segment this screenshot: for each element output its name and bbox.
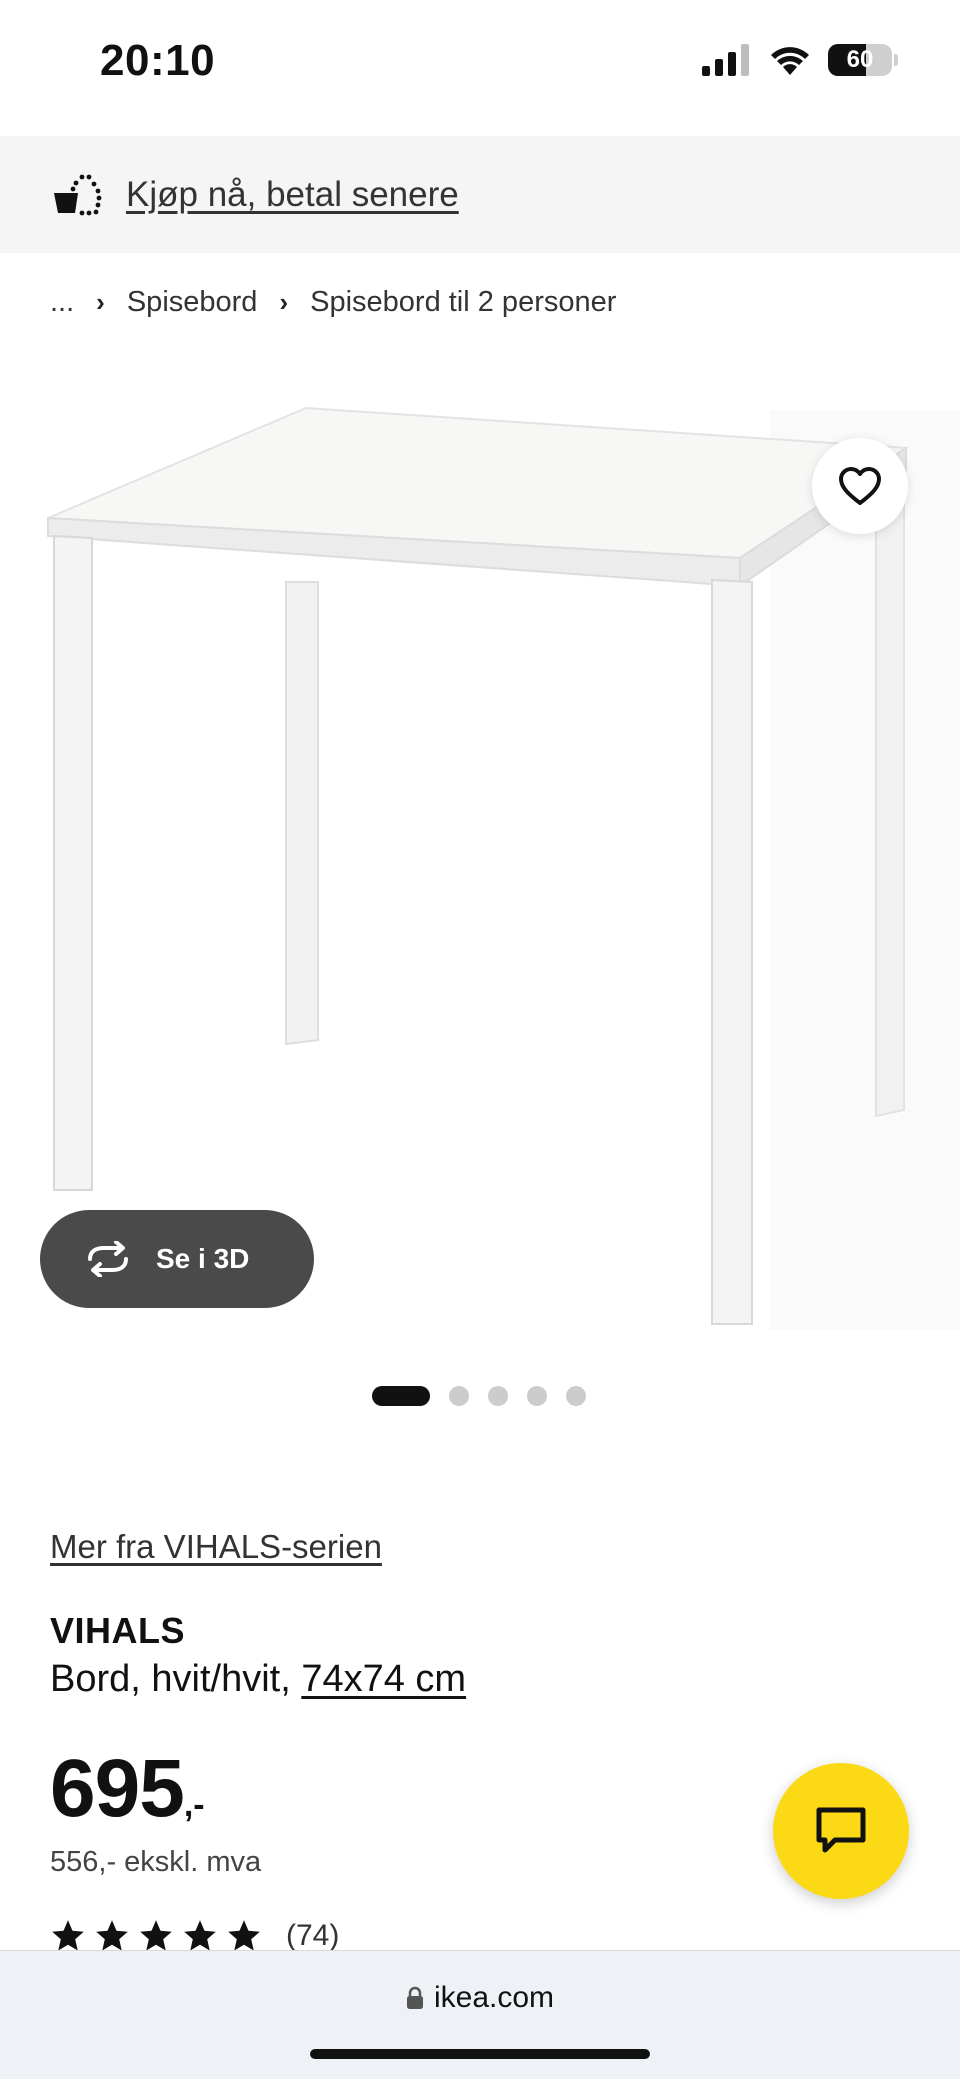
carousel-dot[interactable] bbox=[527, 1386, 547, 1406]
breadcrumb-ellipsis[interactable]: ... bbox=[50, 286, 74, 319]
battery-indicator: 60 bbox=[828, 44, 898, 76]
product-size-link[interactable]: 74x74 cm bbox=[301, 1658, 466, 1700]
star-icon bbox=[52, 1920, 84, 1951]
product-price: 695 ,- bbox=[50, 1742, 205, 1836]
price-suffix: ,- bbox=[183, 1786, 205, 1824]
breadcrumb-item-current[interactable]: Spisebord til 2 personer bbox=[310, 286, 616, 319]
chevron-right-icon: › bbox=[96, 287, 105, 317]
wishlist-button[interactable] bbox=[812, 438, 908, 534]
url-text: ikea.com bbox=[433, 1981, 555, 2014]
product-name: VIHALS bbox=[50, 1610, 186, 1651]
star-icon bbox=[140, 1920, 172, 1951]
carousel-dot[interactable] bbox=[566, 1386, 586, 1406]
battery-percentage: 60 bbox=[846, 46, 874, 73]
star-icon bbox=[228, 1920, 260, 1951]
view-in-3d-button[interactable]: Se i 3D bbox=[40, 1210, 314, 1308]
status-bar: 20:10 60 bbox=[0, 0, 960, 130]
carousel-dot[interactable] bbox=[372, 1386, 430, 1406]
url-display[interactable]: ikea.com bbox=[0, 1981, 960, 2015]
chat-button[interactable] bbox=[773, 1763, 909, 1899]
price-excl-vat: 556,- ekskl. mva bbox=[50, 1846, 262, 1878]
carousel-dot[interactable] bbox=[488, 1386, 508, 1406]
product-image[interactable] bbox=[0, 380, 960, 1340]
carousel-dot[interactable] bbox=[449, 1386, 469, 1406]
carousel-dots bbox=[372, 1386, 586, 1406]
star-icon bbox=[96, 1920, 128, 1951]
wifi-icon bbox=[771, 47, 809, 75]
cellular-signal-icon bbox=[702, 44, 749, 76]
review-count: (74) bbox=[286, 1919, 340, 1952]
status-icons: 60 bbox=[702, 44, 898, 76]
home-indicator[interactable] bbox=[310, 2049, 650, 2059]
chat-bubble-icon bbox=[816, 1807, 866, 1853]
series-link[interactable]: Mer fra VIHALS-serien bbox=[50, 1528, 382, 1566]
breadcrumb-item-spisebord[interactable]: Spisebord bbox=[127, 286, 258, 319]
product-description: Bord, hvit/hvit, 74x74 cm bbox=[50, 1658, 466, 1701]
price-integer: 695 bbox=[50, 1743, 185, 1834]
view-in-3d-label: Se i 3D bbox=[156, 1243, 250, 1274]
bnpl-promo-link[interactable]: Kjøp nå, betal senere bbox=[126, 175, 459, 215]
status-time: 20:10 bbox=[100, 36, 216, 85]
lock-icon bbox=[406, 1986, 423, 2009]
chevron-right-icon: › bbox=[279, 287, 289, 317]
breadcrumb: ... › Spisebord › Spisebord til 2 person… bbox=[50, 286, 616, 319]
basket-dots-icon bbox=[54, 174, 102, 215]
product-rating[interactable]: (74) bbox=[50, 1918, 339, 1954]
heart-icon bbox=[839, 467, 881, 505]
rotate-arrows-icon bbox=[88, 1241, 128, 1277]
browser-address-bar[interactable]: ikea.com bbox=[0, 1950, 960, 2079]
product-type-color: Bord, hvit/hvit, bbox=[50, 1658, 302, 1700]
star-icon bbox=[184, 1920, 216, 1951]
bnpl-promo-banner[interactable]: Kjøp nå, betal senere bbox=[0, 136, 960, 253]
